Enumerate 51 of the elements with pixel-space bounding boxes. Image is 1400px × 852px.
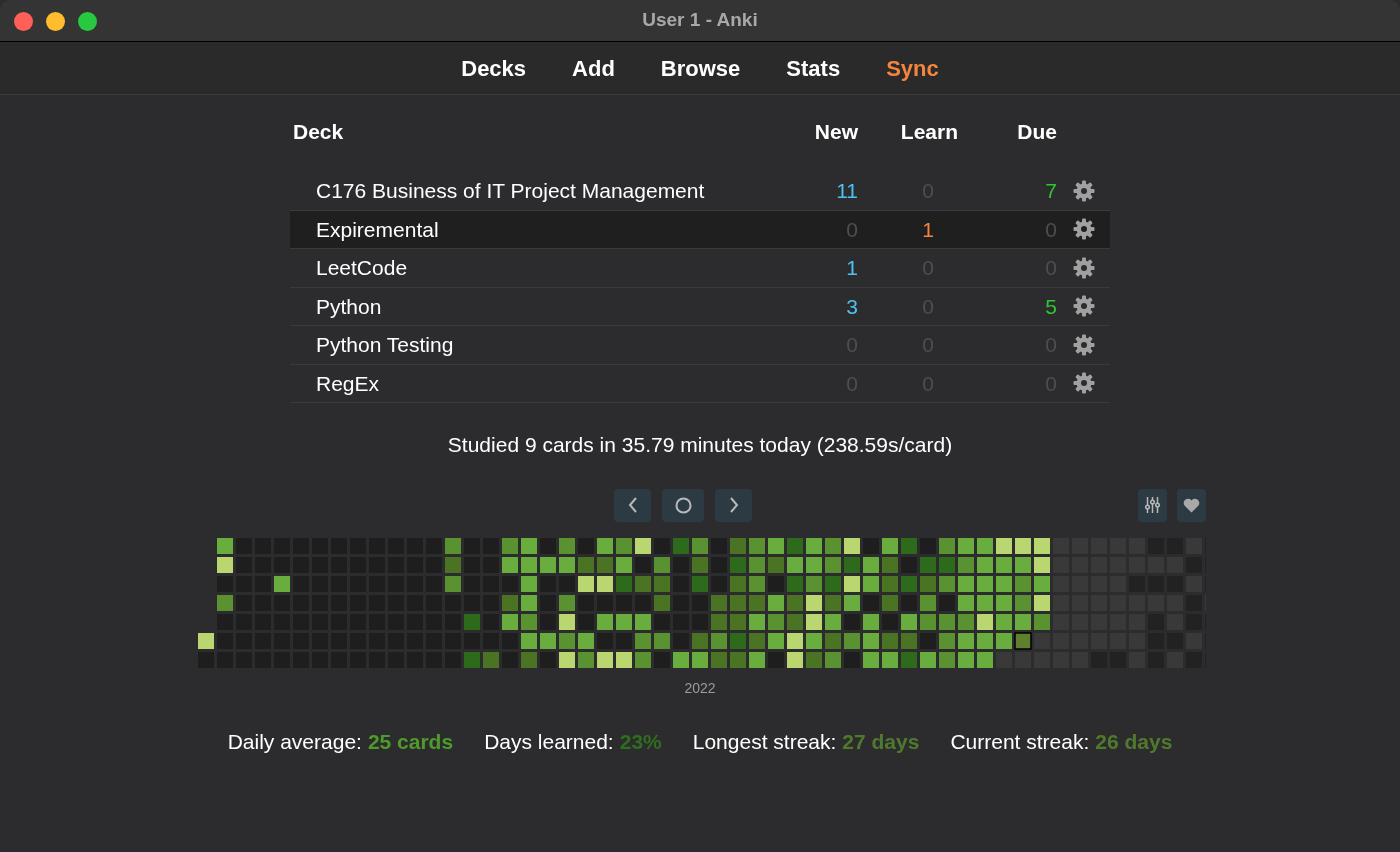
today-button[interactable] [662, 488, 704, 522]
settings-icon[interactable] [1073, 179, 1095, 202]
settings-icon[interactable] [1073, 295, 1095, 318]
stat-value: 27 days [842, 728, 920, 755]
new-count: 3 [846, 293, 858, 320]
deck-name[interactable]: RegEx [290, 367, 770, 399]
studied-summary: Studied 9 cards in 35.79 minutes today (238.59s/card) [447, 432, 953, 458]
toolbar-link[interactable]: Stats [786, 51, 841, 85]
close-button[interactable] [14, 12, 33, 31]
stat-label: Longest streak: [692, 728, 837, 755]
favorite-button[interactable] [1177, 488, 1206, 522]
new-count: 11 [836, 178, 858, 204]
stat-value: 23% [619, 728, 662, 755]
deck-name[interactable]: Expiremental [290, 213, 770, 245]
deck-name[interactable]: Python Testing [290, 329, 770, 361]
previous-button[interactable] [614, 488, 651, 522]
settings-icon[interactable] [1073, 372, 1095, 395]
learn-count: 1 [922, 216, 934, 243]
column-header: Due [1016, 119, 1057, 146]
stat-value: 26 days [1095, 728, 1173, 755]
due-count: 5 [1045, 293, 1057, 320]
column-header: Learn [899, 119, 958, 146]
stat-label: Days learned: [484, 728, 614, 755]
due-count: 7 [1045, 178, 1057, 204]
sliders-icon [1145, 496, 1160, 514]
next-button[interactable] [715, 488, 752, 522]
new-count: 1 [846, 255, 858, 281]
toolbar-link[interactable]: Decks [461, 51, 527, 85]
window-title: User 1 - Anki [642, 8, 758, 33]
column-header: New [813, 119, 858, 146]
deck-name[interactable]: Python [290, 290, 770, 322]
minimize-button[interactable] [46, 12, 65, 31]
settings-icon[interactable] [1073, 333, 1095, 356]
deck-name[interactable]: LeetCode [290, 252, 770, 284]
settings-icon[interactable] [1073, 256, 1095, 279]
zoom-button[interactable] [78, 12, 97, 31]
chevron-right-icon [728, 496, 739, 514]
settings-button[interactable] [1138, 488, 1167, 522]
column-header: Deck [292, 119, 345, 146]
circle-icon [674, 496, 692, 514]
stat-label: Daily average: [227, 728, 362, 755]
toolbar-link[interactable]: Add [572, 51, 615, 85]
deck-name[interactable]: C176 Business of IT Project Management [290, 175, 770, 207]
chevron-left-icon [627, 496, 638, 514]
stat-label: Current streak: [950, 728, 1090, 755]
toolbar-link[interactable]: Sync [886, 51, 939, 85]
toolbar-link[interactable]: Browse [660, 51, 741, 85]
settings-icon[interactable] [1073, 218, 1095, 241]
year-label: 2022 [684, 678, 716, 698]
stat-value: 25 cards [367, 728, 454, 755]
heart-icon [1183, 497, 1200, 513]
